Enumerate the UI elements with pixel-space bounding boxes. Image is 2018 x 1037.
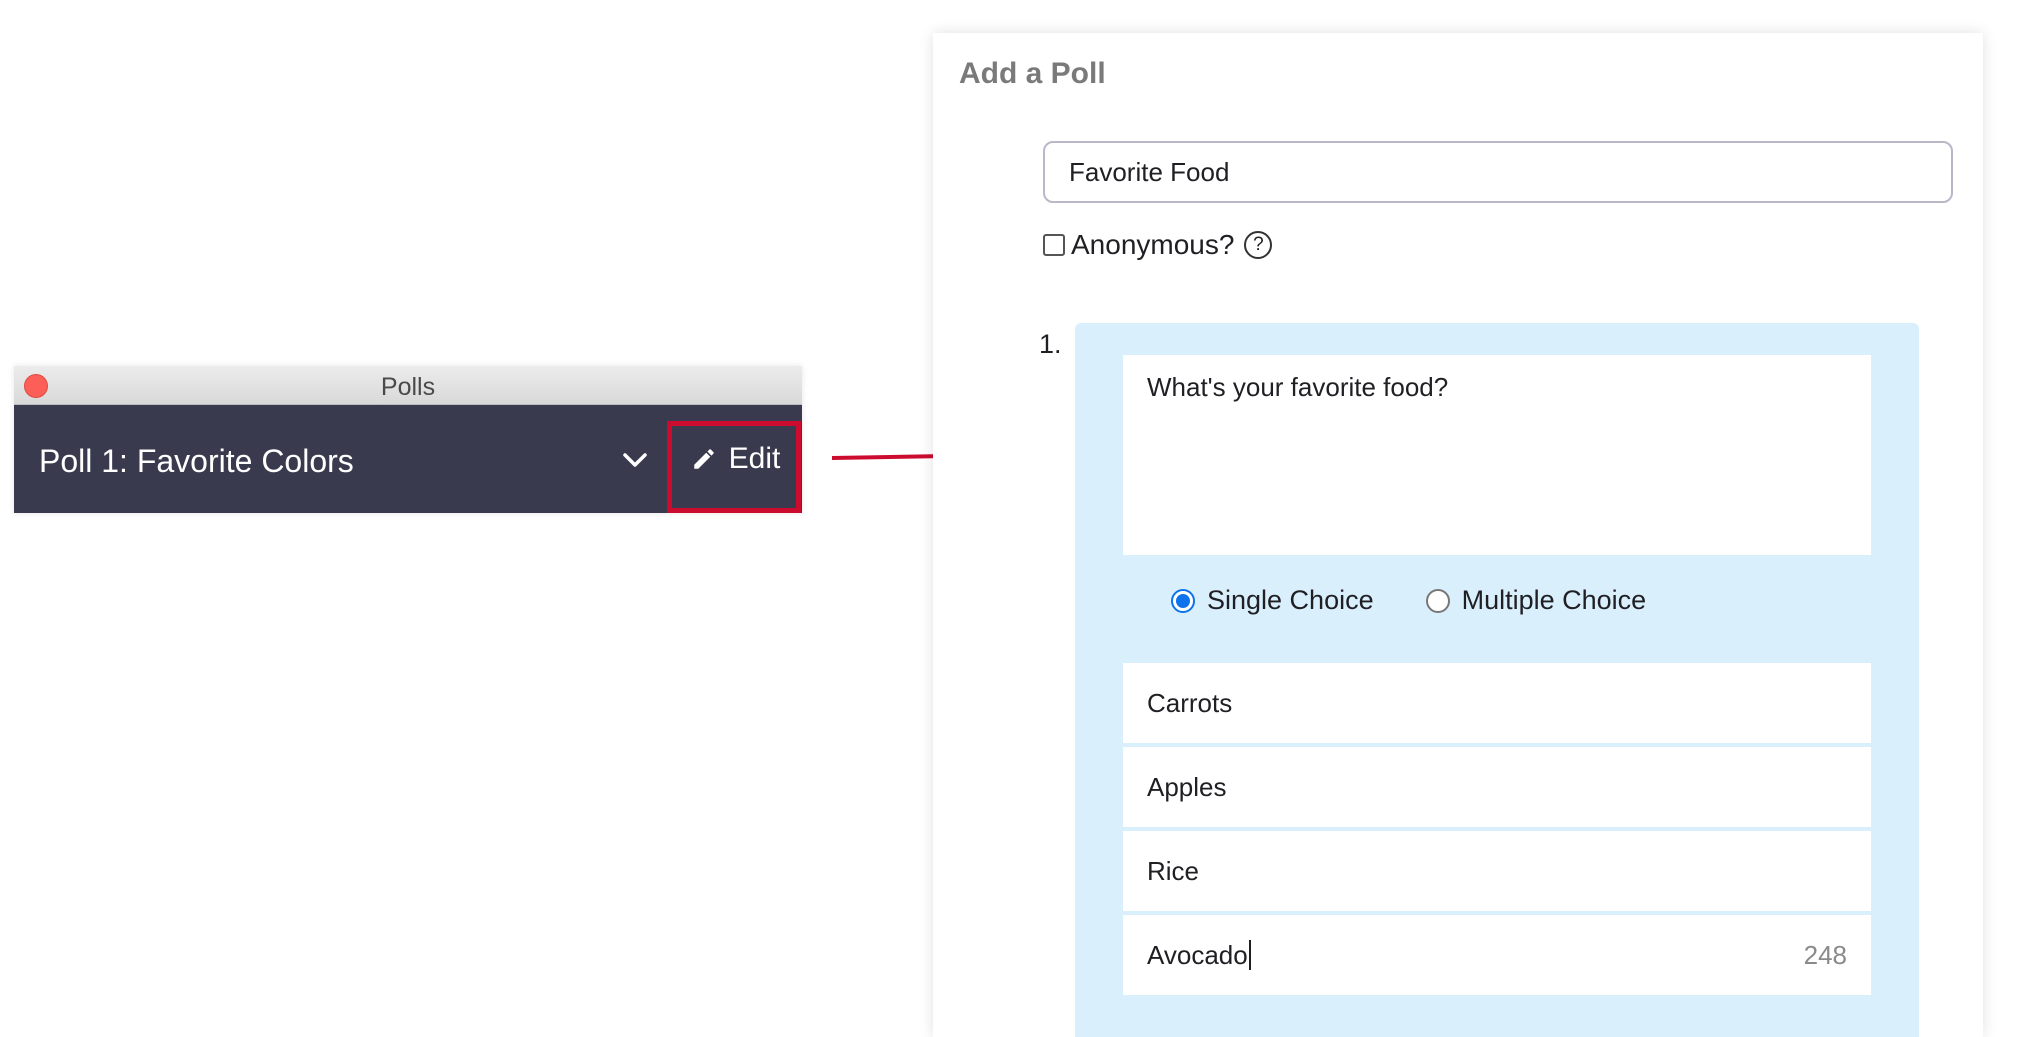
help-icon[interactable]: ? (1244, 231, 1273, 259)
anonymous-checkbox[interactable] (1043, 234, 1065, 256)
polls-titlebar: Polls (14, 366, 802, 405)
answer-input[interactable]: Rice (1123, 831, 1871, 911)
answer-text: Rice (1147, 855, 1200, 886)
answer-text: Avocado (1147, 939, 1248, 970)
anonymous-row: Anonymous? ? (1043, 228, 1273, 262)
answer-text: Carrots (1147, 687, 1233, 718)
anonymous-label: Anonymous? (1071, 229, 1235, 260)
polls-window-title: Polls (380, 373, 436, 401)
answer-input[interactable]: Avocado 248 (1123, 915, 1871, 995)
choice-type-row: Single Choice Multiple Choice (1171, 585, 1646, 616)
question-number: 1. (1039, 329, 1062, 359)
multiple-choice-radio[interactable] (1425, 588, 1450, 613)
panel-title: Add a Poll (959, 57, 1106, 90)
question-block: What's your favorite food? Single Choice… (1075, 323, 1919, 1037)
text-caret (1248, 940, 1251, 970)
single-choice-label[interactable]: Single Choice (1207, 585, 1374, 616)
poll-title-input[interactable] (1043, 141, 1953, 203)
poll-name[interactable]: Poll 1: Favorite Colors (39, 443, 354, 480)
remaining-char-count: 248 (1803, 939, 1847, 970)
answer-text: Apples (1147, 771, 1227, 802)
chevron-down-icon[interactable] (622, 447, 648, 473)
single-choice-radio[interactable] (1171, 588, 1195, 613)
edit-highlight-box (667, 421, 801, 513)
answer-input[interactable]: Carrots (1123, 663, 1871, 743)
add-poll-panel: Add a Poll Anonymous? ? 1. What's your f… (933, 33, 1983, 1037)
question-textarea[interactable]: What's your favorite food? (1123, 355, 1871, 555)
answer-input[interactable]: Apples (1123, 747, 1871, 827)
multiple-choice-label[interactable]: Multiple Choice (1462, 585, 1647, 616)
